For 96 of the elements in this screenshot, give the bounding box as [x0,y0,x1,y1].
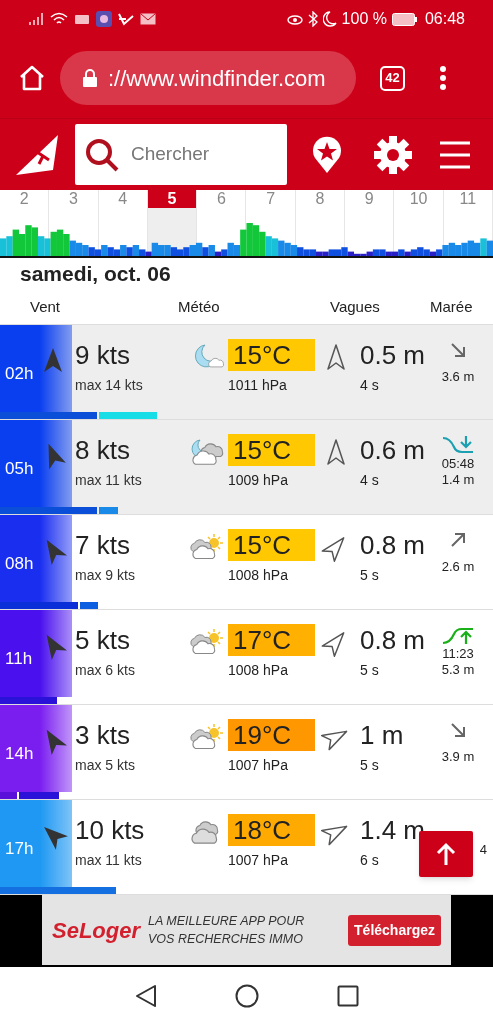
day-tab[interactable]: 11 [443,190,492,208]
column-header: Vagues [330,296,381,317]
up-arrow-icon [436,842,456,866]
column-header: Marée [430,296,474,317]
lock-icon [82,68,98,88]
recents-icon[interactable] [336,984,359,1007]
tide-time: 11:23 [442,646,474,662]
temperature-badge: 15°C [228,339,315,371]
day-tab[interactable]: 8 [295,190,345,208]
gust-speed: max 14 kts [75,376,144,395]
ad-text: LA MEILLEURE APP POUR [148,913,305,930]
wind-speed: 10 kts [75,814,146,846]
wave-period: 4 s [360,471,380,490]
wind-speed: 8 kts [75,434,131,466]
menu-icon[interactable] [439,139,471,170]
pressure-value: 1011 hPa [228,376,288,395]
bluetooth-icon [307,11,318,27]
check-icon [118,12,134,26]
signal-icon [28,12,44,26]
brand-logo: SeLoger [52,916,141,945]
wind-speed: 5 kts [75,624,131,656]
wave-period: 5 s [360,661,380,680]
temperature-badge: 15°C [228,434,315,466]
battery-icon [391,12,418,26]
wave-height: 0.5 m [360,339,427,371]
column-header: Météo [178,296,221,317]
wind-speed: 9 kts [75,339,131,371]
tide-time: 05:48 [441,456,475,472]
download-button[interactable]: Téléchargez [348,914,441,946]
hour-label: 05h [5,459,34,478]
card-icon [74,13,90,25]
wind-speed: 7 kts [75,529,131,561]
pressure-value: 1008 hPa [228,566,289,585]
back-icon[interactable] [134,983,157,1008]
eye-icon [286,13,303,25]
home-icon[interactable] [234,983,259,1008]
mail-icon [140,13,156,25]
day-tab[interactable]: 6 [197,190,246,208]
column-header: Vent [29,296,62,317]
search-field[interactable]: Chercher [75,124,287,185]
tide-height: 1.4 m [441,472,475,488]
pressure-value: 1008 hPa [228,661,289,680]
hour-label: 08h [5,554,34,573]
date-title: samedi, oct. 06 [20,261,171,288]
temperature-badge: 19°C [228,719,315,751]
gust-speed: max 11 kts [75,471,143,490]
pressure-value: 1007 hPa [228,851,289,870]
clock-time: 06:48 [424,9,465,29]
wave-height: 0.8 m [360,624,427,656]
day-tab[interactable]: 7 [246,190,295,208]
hour-label: 17h [5,839,34,858]
tide-height: 2.6 m [441,559,475,575]
day-tab[interactable]: 4 [98,190,147,208]
hour-label: 11h [5,649,33,668]
settings-icon[interactable] [373,134,413,175]
wave-height: 0.6 m [360,434,427,466]
tide-height: 5.3 m [441,662,475,678]
tide-height: 4 [479,842,487,858]
app-icon [96,11,112,27]
search-icon [85,137,119,172]
day-tab[interactable]: 10 [394,190,443,208]
search-input[interactable]: Chercher [131,140,271,169]
tide-height: 3.6 m [441,369,475,385]
wind-speed: 3 kts [75,719,131,751]
day-tab[interactable]: 3 [49,190,98,208]
gust-speed: max 11 kts [75,851,143,870]
wave-period: 5 s [360,566,380,585]
pressure-value: 1009 hPa [228,471,289,490]
address-bar[interactable]: ://www.windfinder.com [60,51,356,105]
favorite-location-icon[interactable] [311,135,343,174]
gust-speed: max 5 kts [75,756,136,775]
tide-height: 3.9 m [441,749,475,765]
logo-icon [15,133,59,176]
ad-text: VOS RECHERCHES IMMO [148,931,304,948]
moon-icon [322,11,337,27]
gust-speed: max 9 kts [75,566,136,585]
battery-percent: 100 % [341,9,387,29]
hour-label: 14h [5,744,34,763]
tab-count-button[interactable]: 42 [380,65,405,91]
hour-label: 02h [5,364,34,383]
day-tab[interactable]: 2 [0,190,49,208]
temperature-badge: 17°C [228,624,315,656]
wave-period: 5 s [360,756,380,775]
wave-height: 1 m [360,719,405,751]
temperature-badge: 18°C [228,814,315,846]
wifi-icon [50,12,68,26]
day-tab[interactable]: 9 [345,190,394,208]
pressure-value: 1007 hPa [228,756,289,775]
wave-height: 0.8 m [360,529,427,561]
more-icon[interactable] [439,66,447,90]
url-text: ://www.windfinder.com [108,64,326,93]
day-tab[interactable]: 5 [147,190,197,208]
gust-speed: max 6 kts [75,661,136,680]
wave-period: 6 s [360,851,380,870]
temperature-badge: 15°C [228,529,315,561]
wave-period: 4 s [360,376,380,395]
